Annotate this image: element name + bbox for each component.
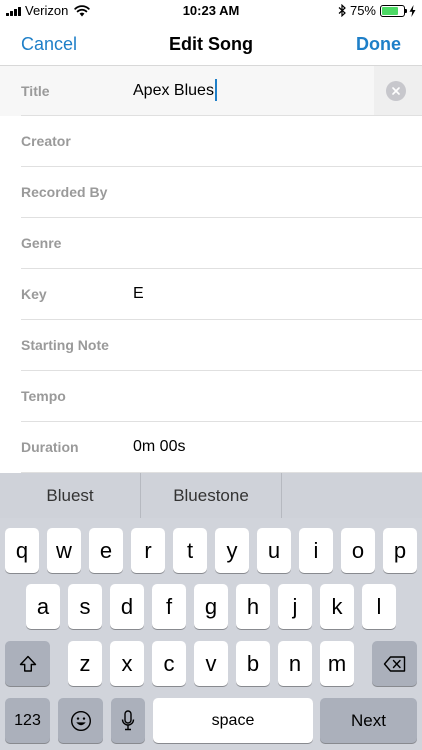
key-k[interactable]: k <box>320 584 354 629</box>
battery-percent: 75% <box>349 3 376 18</box>
battery-icon <box>380 4 407 17</box>
key-label: Key <box>21 286 47 302</box>
key-t[interactable]: t <box>173 528 207 573</box>
navigation-bar: Cancel Edit Song Done <box>0 22 422 66</box>
duration-value[interactable]: 0m 00s <box>133 438 185 456</box>
numbers-key[interactable]: 123 <box>5 698 50 743</box>
cancel-button[interactable]: Cancel <box>21 34 77 55</box>
battery-level-fill <box>382 6 398 15</box>
genre-label: Genre <box>21 235 62 251</box>
status-bar: Verizon 10:23 AM 75% <box>0 0 422 22</box>
key-j[interactable]: j <box>278 584 312 629</box>
emoji-icon <box>70 710 91 731</box>
microphone-icon <box>121 709 135 730</box>
done-button[interactable]: Done <box>356 34 401 55</box>
creator-label: Creator <box>21 133 71 149</box>
key-p[interactable]: p <box>383 528 417 573</box>
key-v[interactable]: v <box>194 641 228 686</box>
key-g[interactable]: g <box>194 584 228 629</box>
keyboard: Bluest Bluestone q w e r t y u i o p a s… <box>0 473 422 750</box>
creator-row[interactable]: Creator <box>0 116 422 167</box>
song-form: Title Creator Recorded By Genre Key E St… <box>0 66 422 473</box>
predictive-suggestion-bar: Bluest Bluestone <box>0 473 422 518</box>
key-m[interactable]: m <box>320 641 354 686</box>
starting-note-label: Starting Note <box>21 337 109 353</box>
key-a[interactable]: a <box>26 584 60 629</box>
title-input[interactable] <box>133 76 373 106</box>
key-row[interactable]: Key E <box>0 269 422 320</box>
title-row[interactable]: Title <box>0 66 422 116</box>
key-s[interactable]: s <box>68 584 102 629</box>
key-n[interactable]: n <box>278 641 312 686</box>
key-d[interactable]: d <box>110 584 144 629</box>
backspace-icon <box>383 655 405 672</box>
recorded-by-row[interactable]: Recorded By <box>0 167 422 218</box>
shift-icon <box>19 655 36 672</box>
microphone-key[interactable] <box>111 698 145 743</box>
tempo-label: Tempo <box>21 388 66 404</box>
duration-row[interactable]: Duration 0m 00s <box>0 422 422 473</box>
key-c[interactable]: c <box>152 641 186 686</box>
shift-key[interactable] <box>5 641 50 686</box>
status-bar-right: 75% <box>338 3 416 18</box>
key-i[interactable]: i <box>299 528 333 573</box>
recorded-by-label: Recorded By <box>21 184 108 200</box>
suggestion-item[interactable] <box>281 473 422 518</box>
key-e[interactable]: e <box>89 528 123 573</box>
starting-note-row[interactable]: Starting Note <box>0 320 422 371</box>
emoji-key[interactable] <box>58 698 103 743</box>
key-value[interactable]: E <box>133 285 144 303</box>
suggestion-item[interactable]: Bluestone <box>140 473 281 518</box>
title-label: Title <box>21 83 50 99</box>
key-f[interactable]: f <box>152 584 186 629</box>
charging-bolt-icon <box>409 4 416 17</box>
key-w[interactable]: w <box>47 528 81 573</box>
key-u[interactable]: u <box>257 528 291 573</box>
tempo-row[interactable]: Tempo <box>0 371 422 422</box>
suggestion-item[interactable]: Bluest <box>0 473 140 518</box>
genre-row[interactable]: Genre <box>0 218 422 269</box>
next-key[interactable]: Next <box>320 698 417 743</box>
clear-text-button[interactable] <box>386 81 406 101</box>
key-y[interactable]: y <box>215 528 249 573</box>
key-l[interactable]: l <box>362 584 396 629</box>
backspace-key[interactable] <box>372 641 417 686</box>
text-caret <box>214 79 217 101</box>
key-q[interactable]: q <box>5 528 39 573</box>
key-x[interactable]: x <box>110 641 144 686</box>
duration-label: Duration <box>21 439 79 455</box>
close-icon <box>392 87 400 95</box>
key-h[interactable]: h <box>236 584 270 629</box>
space-key[interactable]: space <box>153 698 313 743</box>
key-r[interactable]: r <box>131 528 165 573</box>
key-z[interactable]: z <box>68 641 102 686</box>
key-o[interactable]: o <box>341 528 375 573</box>
bluetooth-icon <box>338 4 346 17</box>
key-b[interactable]: b <box>236 641 270 686</box>
